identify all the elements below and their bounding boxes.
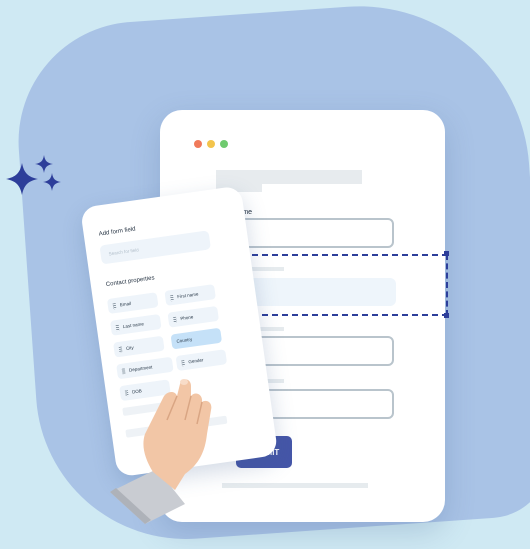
minimize-dot[interactable] <box>207 140 215 148</box>
form-title-placeholder <box>216 170 362 184</box>
field-chip-gender[interactable]: Gender <box>175 349 228 371</box>
field-search-input[interactable]: Search for field <box>99 230 212 265</box>
drag-handle-icon <box>115 324 120 331</box>
field-chip-email[interactable]: Email <box>106 292 159 314</box>
field-chip-city[interactable]: City <box>113 335 165 358</box>
footer-placeholder <box>222 483 368 488</box>
sparkle-icon <box>6 155 61 195</box>
field-chip-last-name[interactable]: Last name <box>110 313 162 336</box>
resize-handle[interactable] <box>444 313 449 318</box>
search-placeholder: Search for field <box>108 247 139 257</box>
resize-handle[interactable] <box>444 251 449 256</box>
drag-handle-icon <box>112 302 117 309</box>
field-chip-first-name[interactable]: First name <box>164 284 216 306</box>
panel-title: Add form field <box>98 226 136 238</box>
close-dot[interactable] <box>194 140 202 148</box>
field-chip-country[interactable]: Country <box>170 327 223 350</box>
window-controls <box>194 140 228 148</box>
drag-handle-icon <box>173 316 177 323</box>
maximize-dot[interactable] <box>220 140 228 148</box>
pointing-hand-icon <box>110 379 212 524</box>
drag-handle-icon <box>181 359 185 366</box>
section-title: Contact properties <box>105 275 155 289</box>
field-chip-phone[interactable]: Phone <box>167 305 220 328</box>
drag-handle-icon <box>118 346 123 353</box>
drag-handle-icon <box>169 294 174 301</box>
